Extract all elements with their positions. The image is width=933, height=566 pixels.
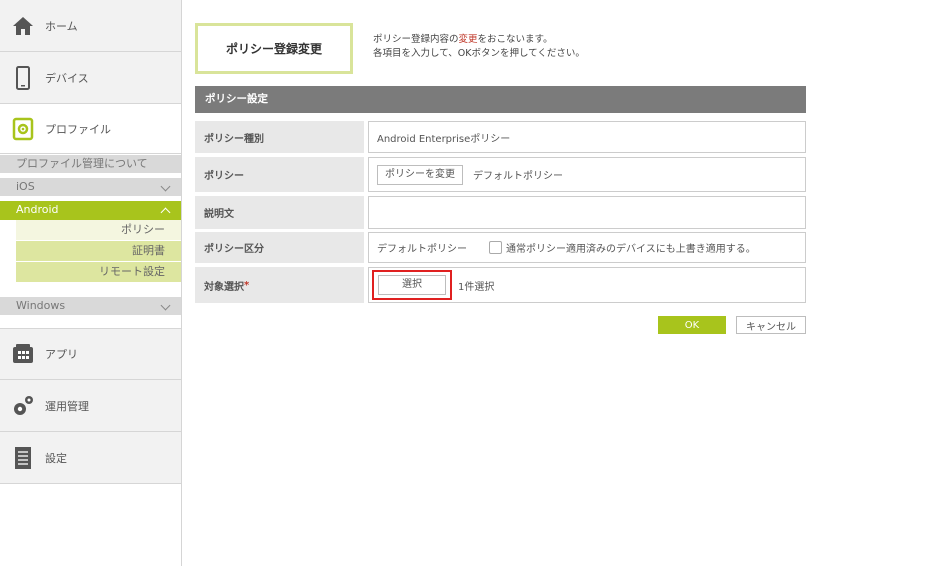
chevron-down-icon (160, 300, 171, 311)
intro-prefix: ポリシー登録内容の (373, 34, 459, 45)
android-label: Android (16, 203, 59, 216)
profile-gear-icon (10, 116, 36, 142)
nav-device-label: デバイス (45, 71, 89, 85)
nav-device[interactable]: デバイス (0, 52, 181, 104)
app-grid-icon (10, 341, 36, 367)
nav-operations-label: 運用管理 (45, 399, 89, 413)
select-highlight: 選択 (372, 270, 452, 300)
nav-profile-label: プロファイル (45, 122, 111, 136)
ok-button[interactable]: OK (658, 316, 726, 334)
home-icon (10, 13, 36, 39)
nav-app-label: アプリ (45, 348, 78, 361)
gears-icon (10, 393, 36, 419)
apply-overwrite-checkbox[interactable] (489, 241, 502, 254)
apply-overwrite-label: 通常ポリシー適用済みのデバイスにも上書き適用する。 (506, 244, 756, 255)
android-section[interactable]: Android (0, 201, 181, 220)
smartphone-icon (10, 65, 36, 91)
sidebar-item-certificate[interactable]: 証明書 (16, 241, 181, 261)
nav-settings[interactable]: 設定 (0, 432, 181, 484)
intro-line2: 各項目を入力して、OKボタンを押してください。 (373, 48, 585, 59)
section-title: ポリシー設定 (195, 86, 806, 113)
policy-category-value: デフォルトポリシー (377, 244, 467, 255)
page-intro: ポリシー登録内容の変更をおこないます。 各項目を入力して、OKボタンを押してくだ… (373, 33, 585, 61)
page-title: ポリシー登録変更 (195, 23, 353, 74)
target-label: 対象選択 (204, 281, 244, 293)
ios-section[interactable]: iOS (0, 178, 181, 196)
required-mark: * (244, 279, 250, 291)
nav-app[interactable]: アプリ (0, 328, 181, 380)
policy-type-value: Android Enterpriseポリシー (368, 121, 806, 153)
policy-value: デフォルトポリシー (473, 171, 563, 182)
nav-settings-label: 設定 (45, 451, 67, 465)
target-count: 1件選択 (458, 281, 495, 293)
nav-profile[interactable]: プロファイル (0, 104, 181, 154)
sidebar: ホーム デバイス プロファイル プロファイル管理について iOS Android… (0, 0, 182, 566)
target-label-cell: 対象選択 * (195, 267, 364, 303)
sidebar-item-policy[interactable]: ポリシー (16, 220, 181, 240)
policy-category-label: ポリシー区分 (195, 232, 364, 263)
intro-highlight: 変更 (458, 34, 478, 45)
nav-home[interactable]: ホーム (0, 0, 181, 52)
windows-section[interactable]: Windows (0, 297, 181, 315)
target-cell: 選択 1件選択 (368, 267, 806, 303)
change-policy-button[interactable]: ポリシーを変更 (377, 164, 463, 185)
policy-type-label: ポリシー種別 (195, 121, 364, 153)
nav-operations[interactable]: 運用管理 (0, 380, 181, 432)
chevron-up-icon (160, 207, 171, 218)
profile-about-link[interactable]: プロファイル管理について (0, 155, 181, 173)
windows-label: Windows (16, 299, 66, 312)
document-icon (10, 445, 36, 471)
intro-suffix: をおこないます。 (477, 34, 553, 45)
policy-label: ポリシー (195, 157, 364, 192)
nav-home-label: ホーム (45, 19, 78, 33)
policy-value-cell: ポリシーを変更 デフォルトポリシー (368, 157, 806, 192)
policy-category-cell: デフォルトポリシー 通常ポリシー適用済みのデバイスにも上書き適用する。 (368, 232, 806, 263)
description-label: 説明文 (195, 196, 364, 229)
chevron-down-icon (160, 181, 171, 192)
select-target-button[interactable]: 選択 (378, 275, 446, 295)
sidebar-item-remote-settings[interactable]: リモート設定 (16, 262, 181, 282)
cancel-button[interactable]: キャンセル (736, 316, 806, 334)
ios-label: iOS (16, 180, 35, 193)
description-field[interactable] (368, 196, 806, 229)
